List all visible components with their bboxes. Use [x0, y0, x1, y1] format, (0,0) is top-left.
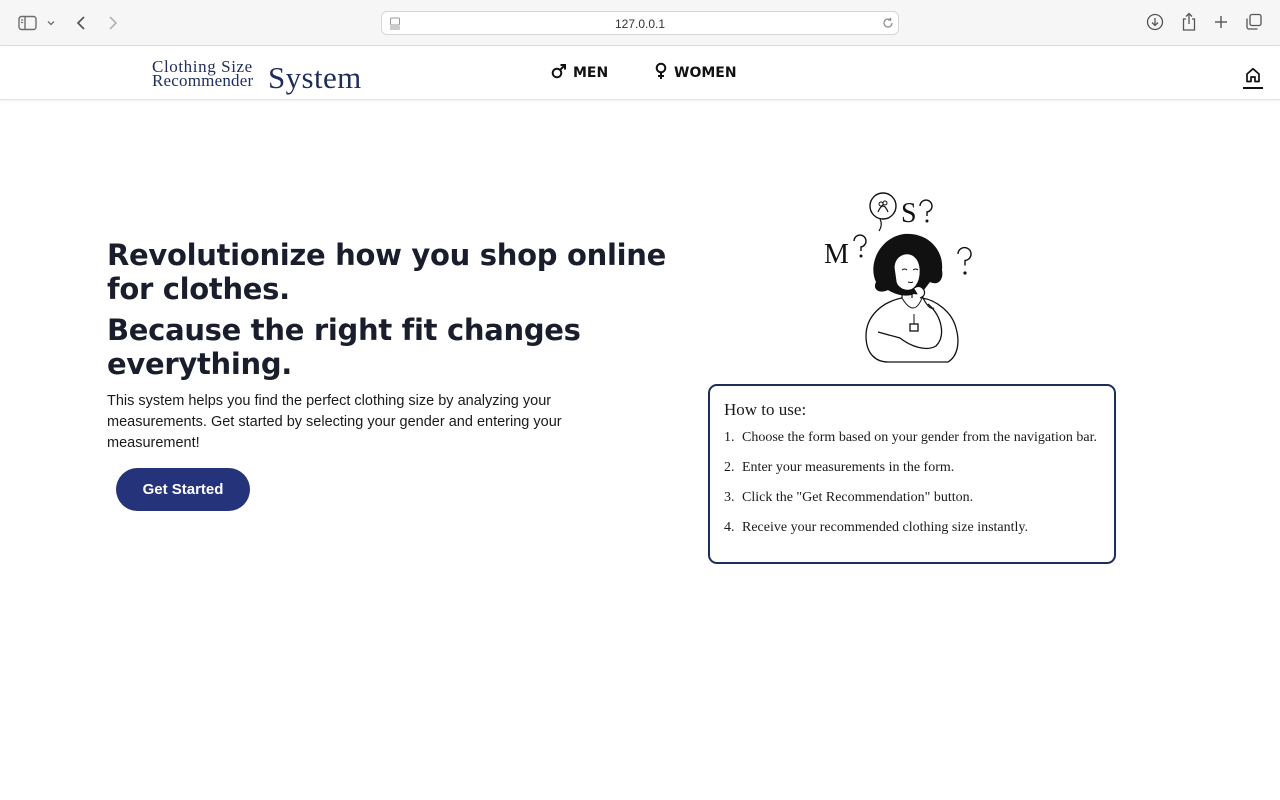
logo-line-3: System: [268, 60, 362, 95]
thinking-woman-illustration: S M: [818, 186, 984, 368]
nav-link-women-label: WOMEN: [674, 65, 737, 81]
how-to-use-card: How to use: 1. Choose the form based on …: [708, 384, 1116, 564]
step-number: 1.: [724, 430, 735, 445]
share-icon[interactable]: [1179, 11, 1199, 33]
list-item: 3. Click the "Get Recommendation" button…: [724, 490, 1112, 506]
site-logo[interactable]: Clothing Size Recommender System: [152, 57, 372, 95]
get-started-button[interactable]: Get Started: [116, 468, 250, 511]
chevron-down-icon[interactable]: [45, 17, 57, 29]
nav-link-men-label: MEN: [573, 65, 609, 81]
home-icon: [1245, 67, 1261, 88]
browser-toolbar: 127.0.0.1: [0, 0, 1280, 46]
hero-title: Revolutionize how you shop online for cl…: [107, 238, 666, 306]
step-number: 4.: [724, 520, 735, 535]
sidebar-toggle-icon[interactable]: [17, 13, 39, 33]
female-icon: [654, 62, 668, 84]
nav-link-men[interactable]: MEN: [551, 63, 608, 83]
reload-icon[interactable]: [881, 16, 895, 30]
step-text: Click the "Get Recommendation" button.: [742, 490, 974, 505]
list-item: 4. Receive your recommended clothing siz…: [724, 520, 1112, 536]
step-text: Enter your measurements in the form.: [742, 460, 955, 475]
logo-line-2: Recommender: [152, 71, 254, 90]
back-icon[interactable]: [73, 13, 89, 33]
hero-subtitle: Because the right fit changes everything…: [107, 313, 581, 381]
list-item: 1. Choose the form based on your gender …: [724, 430, 1112, 446]
download-icon[interactable]: [1145, 12, 1165, 32]
step-number: 2.: [724, 460, 735, 475]
url-text: 127.0.0.1: [614, 17, 666, 31]
forward-icon[interactable]: [105, 13, 121, 33]
hero-description: This system helps you find the perfect c…: [107, 393, 562, 451]
new-tab-icon[interactable]: [1211, 12, 1231, 32]
tab-overview-icon[interactable]: [1244, 12, 1264, 32]
address-bar[interactable]: 127.0.0.1: [381, 11, 899, 35]
male-icon: [551, 63, 567, 83]
illustration-letter-s: S: [901, 198, 917, 229]
step-number: 3.: [724, 490, 735, 505]
how-to-use-title: How to use:: [724, 400, 807, 419]
list-item: 2. Enter your measurements in the form.: [724, 460, 1112, 476]
step-text: Choose the form based on your gender fro…: [742, 430, 1097, 445]
how-to-use-steps: 1. Choose the form based on your gender …: [724, 430, 1112, 550]
nav-link-women[interactable]: WOMEN: [654, 62, 737, 84]
home-link[interactable]: [1243, 65, 1263, 89]
site-navbar: Clothing Size Recommender System MEN WOM…: [0, 47, 1280, 100]
step-text: Receive your recommended clothing size i…: [742, 520, 1029, 535]
illustration-letter-m: M: [824, 239, 849, 270]
